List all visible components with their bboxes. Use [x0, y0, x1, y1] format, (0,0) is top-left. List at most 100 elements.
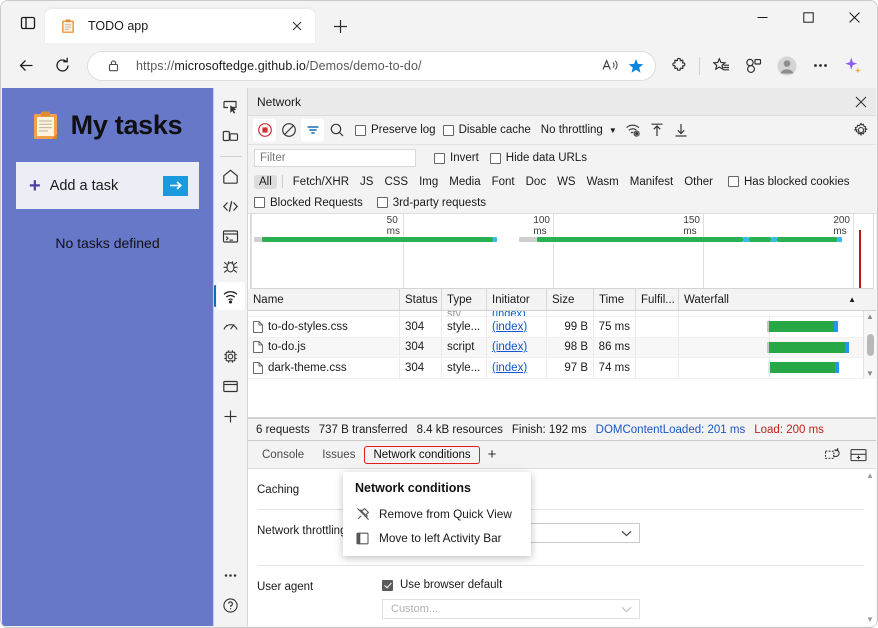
drawer-add-tab-icon[interactable]: + — [480, 447, 505, 462]
clear-icon[interactable] — [277, 119, 300, 142]
scroll-up-icon[interactable]: ▲ — [866, 469, 874, 482]
more-settings-icon[interactable] — [804, 50, 836, 82]
has-blocked-cookies-checkbox[interactable]: Has blocked cookies — [728, 176, 849, 188]
tab-actions-icon[interactable] — [11, 6, 45, 40]
column-header-size[interactable]: Size — [547, 289, 594, 310]
search-icon[interactable] — [325, 119, 348, 142]
request-status: 304 — [400, 358, 442, 378]
elements-icon[interactable] — [217, 192, 245, 220]
minimize-button[interactable] — [739, 1, 785, 33]
add-task-field[interactable]: + Add a task — [16, 162, 199, 209]
filter-icon[interactable] — [301, 118, 324, 142]
network-icon[interactable] — [213, 282, 245, 310]
column-header-initiator[interactable]: Initiator — [487, 289, 547, 310]
column-header-time[interactable]: Time — [594, 289, 636, 310]
disable-cache-checkbox[interactable]: Disable cache — [442, 124, 531, 136]
drawer-tab-network-conditions[interactable]: Network conditions — [364, 445, 480, 464]
plus-icon: + — [29, 174, 41, 197]
column-header-fulfilled[interactable]: Fulfil... — [636, 289, 679, 310]
star-filled-icon[interactable] — [623, 53, 649, 79]
scrollbar-thumb[interactable] — [866, 333, 874, 356]
type-filter-manifest[interactable]: Manifest — [625, 175, 678, 189]
split-screen-icon[interactable] — [738, 50, 770, 82]
table-row[interactable]: dark-theme.css 304 style... (index) 97 B… — [248, 358, 876, 379]
table-row[interactable]: to-do.js 304 script (index) 98 B 86 ms — [248, 337, 876, 358]
arrow-right-icon[interactable] — [163, 175, 188, 196]
add-tool-icon[interactable] — [217, 402, 245, 430]
drawer-scrollbar[interactable]: ▲ ▼ — [864, 469, 876, 626]
close-icon[interactable] — [287, 16, 307, 36]
close-icon[interactable] — [846, 89, 876, 115]
table-row[interactable]: to-do-styles.css 304 style... (index) 99… — [248, 317, 876, 338]
record-stop-icon[interactable] — [253, 118, 276, 142]
sources-debug-icon[interactable] — [217, 252, 245, 280]
gear-icon[interactable] — [849, 119, 872, 142]
help-icon[interactable] — [217, 591, 245, 619]
type-filter-ws[interactable]: WS — [552, 175, 581, 189]
type-filter-all[interactable]: All — [254, 174, 277, 189]
scroll-down-icon[interactable]: ▼ — [866, 613, 874, 626]
type-filter-media[interactable]: Media — [444, 175, 485, 189]
more-tools-icon[interactable] — [217, 561, 245, 589]
device-emulation-icon[interactable] — [217, 122, 245, 150]
type-filter-doc[interactable]: Doc — [521, 175, 551, 189]
collections-icon[interactable] — [705, 50, 737, 82]
drawer-tab-issues[interactable]: Issues — [313, 446, 364, 464]
type-filter-font[interactable]: Font — [487, 175, 520, 189]
devtools-panel: Network Preserve log Disable cache No th… — [213, 88, 876, 626]
browser-tab[interactable]: TODO app — [45, 9, 315, 43]
new-tab-button[interactable] — [325, 11, 355, 41]
context-menu-item-move-to-left-activity-bar[interactable]: Move to left Activity Bar — [343, 526, 531, 550]
type-filter-fetchxhr[interactable]: Fetch/XHR — [288, 175, 354, 189]
export-har-icon[interactable] — [670, 119, 693, 142]
request-initiator[interactable]: (index) — [492, 362, 527, 374]
type-filter-js[interactable]: JS — [355, 175, 378, 189]
column-header-status[interactable]: Status — [400, 289, 442, 310]
throttling-dropdown[interactable]: No throttling ▼ — [541, 124, 617, 136]
preserve-log-checkbox[interactable]: Preserve log — [355, 124, 436, 136]
extensions-icon[interactable] — [663, 50, 695, 82]
welcome-home-icon[interactable] — [217, 162, 245, 190]
column-header-name[interactable]: Name — [248, 289, 400, 310]
network-overview[interactable]: 50 ms 100 ms 150 ms 200 ms — [250, 214, 874, 289]
invert-checkbox[interactable]: Invert — [434, 152, 479, 164]
network-conditions-icon[interactable] — [622, 119, 645, 142]
requests-scrollbar[interactable]: ▲ ▼ — [863, 311, 876, 379]
add-panel-icon[interactable] — [845, 444, 871, 466]
hide-data-urls-checkbox[interactable]: Hide data URLs — [489, 152, 587, 164]
address-input[interactable]: https://microsoftedge.github.io/Demos/de… — [87, 50, 656, 81]
type-filter-img[interactable]: Img — [414, 175, 443, 189]
memory-icon[interactable] — [217, 342, 245, 370]
back-arrow-icon[interactable] — [9, 49, 43, 83]
type-filter-other[interactable]: Other — [679, 175, 718, 189]
use-browser-default-checkbox[interactable]: Use browser default — [382, 579, 640, 591]
request-initiator[interactable]: (index) — [492, 321, 527, 333]
type-filter-wasm[interactable]: Wasm — [582, 175, 624, 189]
profile-icon[interactable] — [771, 50, 803, 82]
type-filter-css[interactable]: CSS — [379, 175, 413, 189]
blocked-requests-checkbox[interactable]: Blocked Requests — [254, 197, 363, 209]
sort-ascending-icon[interactable]: ▲ — [848, 295, 856, 304]
console-icon[interactable] — [217, 222, 245, 250]
reload-icon[interactable] — [45, 49, 79, 83]
scroll-up-icon[interactable]: ▲ — [866, 311, 874, 322]
web-page: My tasks + Add a task No tasks defined — [2, 88, 213, 626]
inspect-element-icon[interactable] — [217, 92, 245, 120]
maximize-button[interactable] — [785, 1, 831, 33]
copilot-icon[interactable] — [837, 50, 869, 82]
custom-user-agent-select[interactable]: Custom... — [382, 599, 640, 619]
third-party-requests-checkbox[interactable]: 3rd-party requests — [376, 197, 486, 209]
application-icon[interactable] — [217, 372, 245, 400]
performance-icon[interactable] — [217, 312, 245, 340]
read-aloud-icon[interactable] — [597, 53, 623, 79]
column-header-type[interactable]: Type — [442, 289, 487, 310]
scroll-down-icon[interactable]: ▼ — [866, 368, 874, 379]
close-button[interactable] — [831, 1, 877, 33]
request-initiator[interactable]: (index) — [492, 341, 527, 353]
drawer-tab-console[interactable]: Console — [253, 446, 313, 464]
restore-drawer-icon[interactable] — [819, 444, 845, 466]
filter-input[interactable]: Filter — [254, 149, 416, 167]
tab-title: TODO app — [88, 19, 149, 33]
context-menu-item-remove-from-quick-view[interactable]: Remove from Quick View — [343, 502, 531, 526]
import-har-icon[interactable] — [646, 119, 669, 142]
